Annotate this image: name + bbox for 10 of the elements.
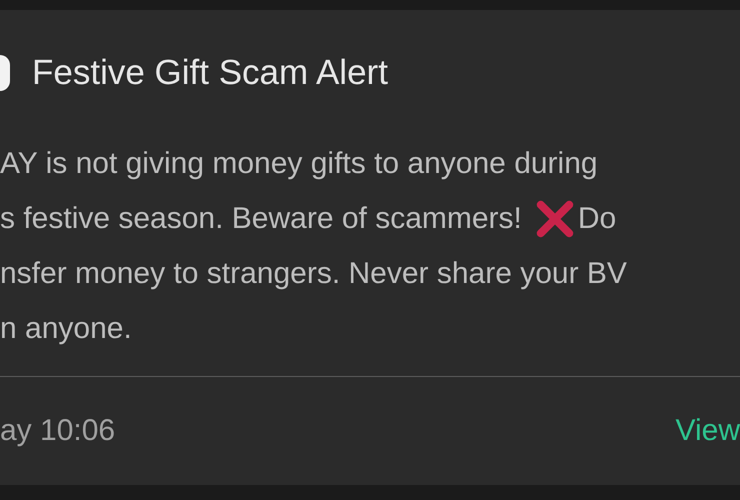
timestamp: ay 10:06 bbox=[0, 414, 116, 448]
message-text: n anyone. bbox=[0, 312, 132, 346]
message-text: nsfer money to strangers. Never share your BV bbox=[0, 256, 627, 290]
app-icon bbox=[0, 55, 10, 91]
cross-icon bbox=[536, 200, 574, 238]
message-text: Do bbox=[578, 202, 616, 236]
view-link[interactable]: View bbox=[676, 414, 740, 448]
message-text: s festive season. Beware of scammers! bbox=[0, 202, 522, 236]
message-text: AY is not giving money gifts to anyone during bbox=[0, 146, 598, 180]
notification-title: Festive Gift Scam Alert bbox=[32, 53, 388, 93]
